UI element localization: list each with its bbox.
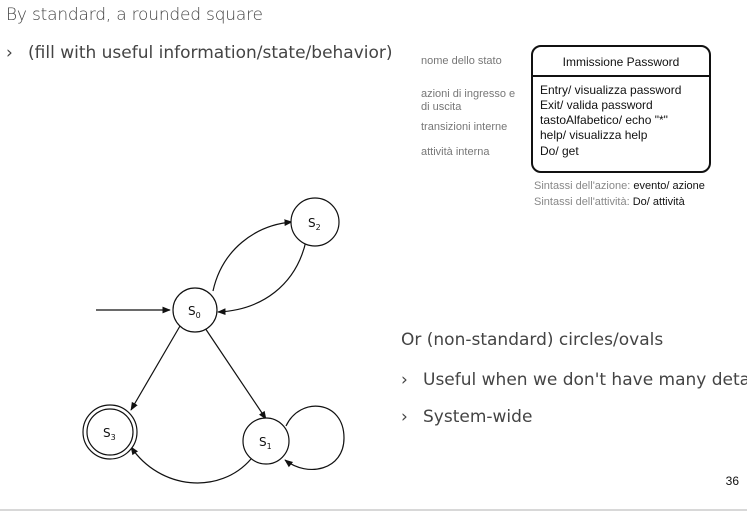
transition-s1-s3 (130, 446, 252, 484)
alt-bullet-text: System-wide (423, 407, 533, 427)
alt-bullet-text: Useful when we don't have many details (423, 370, 747, 390)
state-diagram: S0 S2 S1 S3 (82, 197, 345, 484)
alt-bullet: › Useful when we don't have many details (401, 370, 747, 390)
page-number: 36 (725, 474, 739, 488)
alt-bullet: › System-wide (401, 407, 532, 427)
transition-s1-self (284, 405, 345, 470)
alt-heading: Or (non-standard) circles/ovals (401, 330, 664, 350)
transition-s2-s0 (217, 240, 307, 316)
transition-s0-s3 (130, 325, 181, 411)
transition-s0-s2 (212, 219, 293, 292)
chevron-icon: › (401, 407, 408, 427)
chevron-icon: › (401, 370, 408, 390)
transition-s0-s1 (204, 327, 267, 420)
